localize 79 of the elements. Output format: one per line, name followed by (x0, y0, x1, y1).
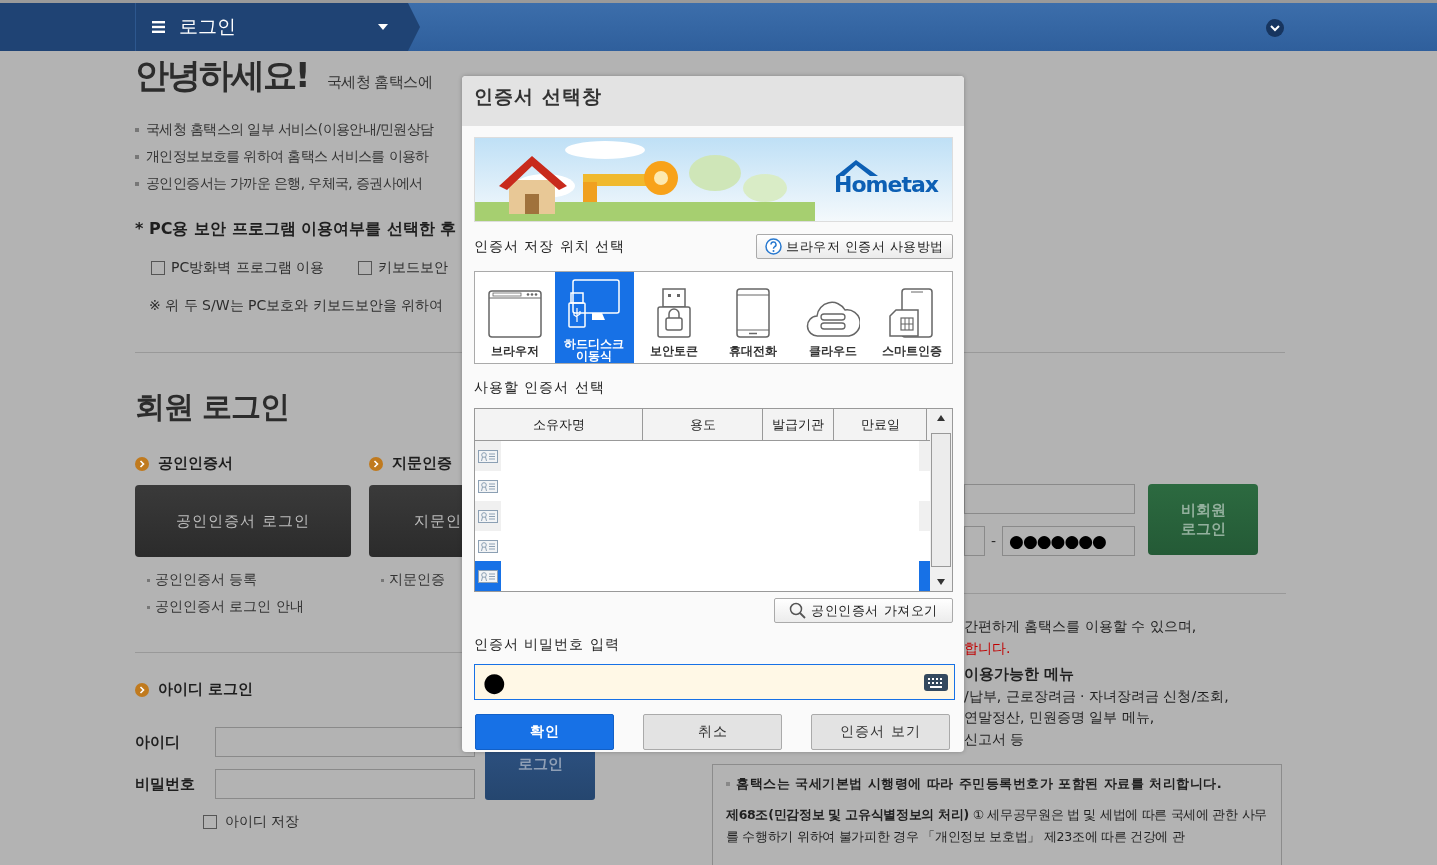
info-text: 신고서 등 (964, 729, 1026, 749)
dialog-button[interactable]: 인증서 보기 (811, 714, 950, 750)
dialog-button[interactable]: 취소 (643, 714, 782, 750)
dialog-title: 인증서 선택창 (462, 76, 964, 126)
usb-lock-icon (656, 288, 691, 338)
note-text: ※ 위 두 S/W는 PC보호와 키보드보안을 위하여 (148, 297, 445, 315)
certificate-icon (478, 479, 498, 493)
certificate-icon (478, 569, 498, 583)
expand-icon[interactable] (1266, 19, 1284, 37)
section-title: 회원 로그인 (135, 388, 290, 426)
cloud-icon (805, 300, 860, 338)
phone-icon (736, 288, 771, 338)
notice-text: 개인정보보호를 위하여 홈택스 서비스를 이용하 (146, 148, 429, 166)
chevron-bullet-icon (135, 456, 149, 471)
certificate-icon (478, 509, 498, 523)
browser-window-icon (487, 290, 542, 338)
scroll-down-icon[interactable] (937, 579, 945, 585)
logo-text: Hometax (834, 173, 938, 197)
scrollbar[interactable] (930, 409, 952, 591)
input-field[interactable] (215, 769, 475, 799)
checkbox[interactable] (151, 261, 165, 275)
menu-icon (152, 21, 165, 33)
separator-text: - (991, 533, 997, 549)
info-heading: 이용가능한 메뉴 (964, 664, 1076, 685)
input-field[interactable] (215, 727, 475, 757)
masked-input-field[interactable]: ●●●●●●● (1002, 526, 1135, 556)
checkbox-label: 키보드보안 (378, 259, 449, 277)
chevron-bullet-icon (369, 456, 383, 471)
password-field[interactable]: ● (474, 664, 955, 700)
field-label: 비밀번호 (135, 774, 196, 794)
input-field[interactable] (964, 526, 985, 556)
checkbox-label: PC방화벽 프로그램 이용 (171, 259, 325, 277)
usb-monitor-icon (568, 279, 621, 331)
info-text: /납부, 근로장려금 · 자녀장려금 신청/조회, (964, 686, 1230, 706)
login-method-button[interactable]: 지문인 (369, 485, 462, 557)
greeting-subtitle: 국세청 홈택스에 (326, 73, 433, 92)
notice-text: 공인인증서는 가까운 은행, 우체국, 증권사에서 (146, 175, 423, 193)
method-heading: 공인인증서 (158, 454, 233, 473)
storage-option[interactable]: 하드디스크 이동식 (554, 272, 634, 363)
column-header: 발급기관 (763, 409, 834, 440)
column-header: 만료일 (834, 409, 927, 440)
certificate-icon (478, 449, 498, 463)
section-label: 인증서 저장 위치 선택 (474, 237, 626, 256)
login-method-button[interactable]: 공인인증서 로그인 (135, 485, 351, 557)
help-icon (765, 238, 783, 255)
column-header: 소유자명 (475, 409, 643, 440)
checkbox-label: 아이디 저장 (225, 813, 300, 831)
greeting-title: 안녕하세요! (135, 54, 309, 97)
notice-heading: 홈택스는 국세기본법 시행령에 따라 주민등록번호가 포함된 자료를 처리합니다. (736, 775, 1223, 793)
help-button[interactable]: 브라우저 인증서 사용방법 (756, 234, 953, 259)
info-text: 간편하게 홈택스를 이용할 수 있으며, (964, 617, 1198, 636)
link[interactable]: 지문인증 (389, 571, 445, 589)
field-label: 아이디 (135, 732, 181, 752)
keyboard-icon[interactable] (924, 673, 948, 691)
method-heading: 지문인증 (392, 454, 452, 473)
section-heading: * PC용 보안 프로그램 이용여부를 선택한 후 (135, 219, 458, 240)
input-field[interactable] (964, 484, 1135, 514)
house-roof-icon (836, 160, 879, 176)
caret-icon (378, 24, 388, 30)
checkbox[interactable] (203, 815, 217, 829)
import-button[interactable]: 공인인증서 가져오기 (774, 598, 953, 623)
certificate-row[interactable] (475, 561, 930, 591)
info-text: 연말정산, 민원증명 일부 메뉴, (964, 708, 1156, 727)
section-label: 사용할 인증서 선택 (474, 379, 606, 397)
method-heading: 아이디 로그인 (158, 680, 254, 699)
sim-card-icon (889, 288, 936, 338)
link[interactable]: 공인인증서 로그인 안내 (155, 598, 304, 616)
certificate-icon (478, 539, 498, 553)
column-header: 용도 (643, 409, 763, 440)
scroll-up-icon[interactable] (937, 415, 945, 421)
link[interactable]: 공인인증서 등록 (155, 571, 258, 589)
section-label: 인증서 비밀번호 입력 (474, 636, 621, 654)
dialog-button[interactable]: 확인 (475, 714, 614, 750)
checkbox[interactable] (358, 261, 373, 275)
notice-text: 국세청 홈택스의 일부 서비스(이용안내/민원상담 (146, 121, 434, 139)
notice-paragraph: 제68조(민감정보 및 고유식별정보의 처리) ① 세무공무원은 법 및 세법에 따른 국세에 관한 사무를 수행하기 위하여 불가피한 경우 「개인정보 보호법」 제23조에 따른 건강에 관 (726, 806, 1268, 846)
search-icon (789, 602, 807, 619)
chevron-bullet-icon (135, 682, 149, 697)
info-text: 합니다. (964, 638, 1012, 658)
